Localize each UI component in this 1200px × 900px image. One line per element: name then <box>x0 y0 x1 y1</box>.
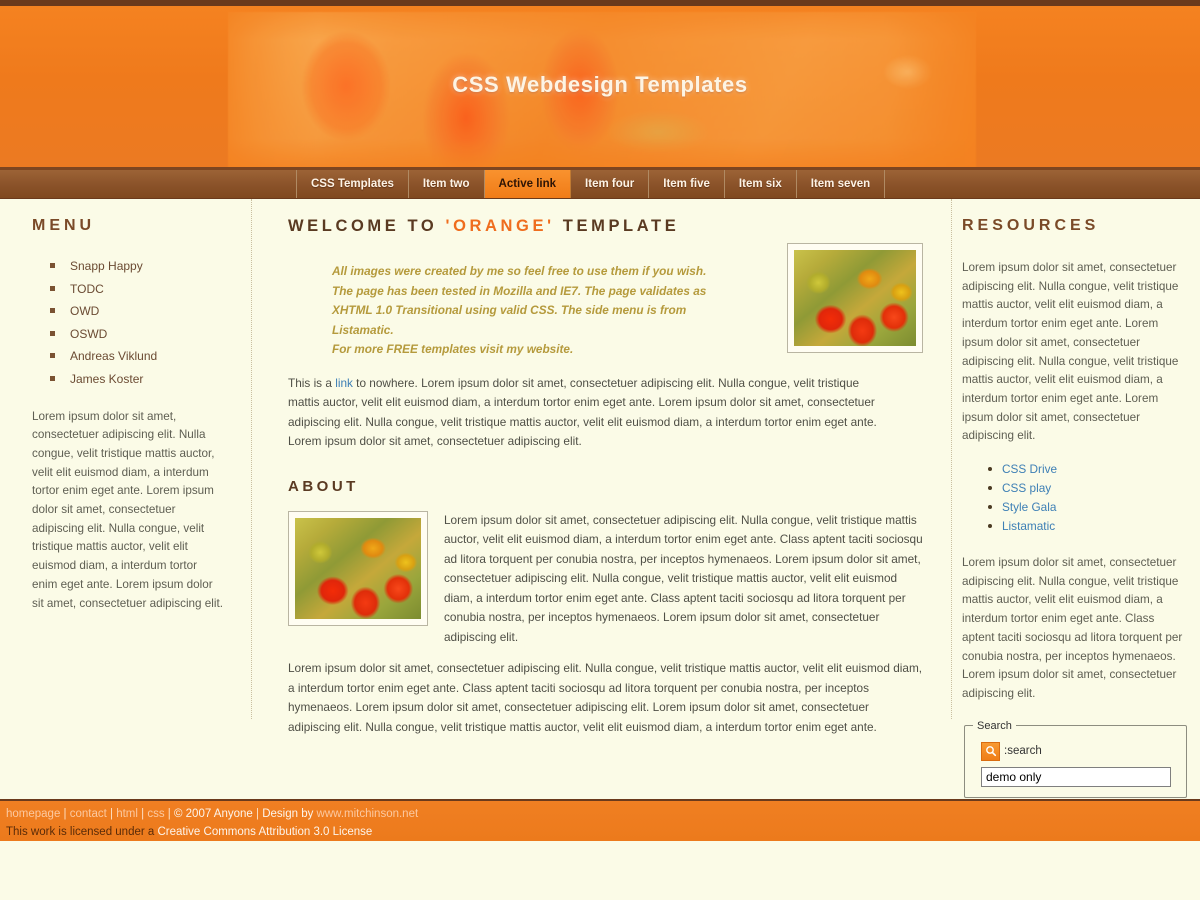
nav-item-item-five[interactable]: Item five <box>649 170 725 198</box>
page-root: CSS Webdesign Templates CSS Templates It… <box>0 0 1200 900</box>
about-tail-paragraph: Lorem ipsum dolor sit amet, consectetuer… <box>288 661 923 734</box>
welcome-image <box>794 250 916 346</box>
nav-item-item-four[interactable]: Item four <box>571 170 650 198</box>
sidebar-right: RESOURCES Lorem ipsum dolor sit amet, co… <box>952 199 1199 799</box>
nav-item-item-seven[interactable]: Item seven <box>797 170 886 198</box>
footer-separator-3: | <box>137 808 148 820</box>
menu-heading: MENU <box>32 217 96 234</box>
footer-design-site-link[interactable]: www.mitchinson.net <box>317 808 419 820</box>
footer-link-css[interactable]: css <box>147 808 164 820</box>
search-input[interactable] <box>981 766 1171 787</box>
footer-separator-2: | <box>106 808 117 820</box>
intro-line-3: XHTML 1.0 Transitional using valid CSS. … <box>332 303 687 317</box>
footer-links-line: homepage | contact | html | css | © 2007… <box>6 805 1200 823</box>
footer-separator-5: | <box>252 808 263 820</box>
nav-item-item-six[interactable]: Item six <box>725 170 797 198</box>
welcome-prefix: WELCOME TO <box>288 217 446 235</box>
site-title: CSS Webdesign Templates <box>452 72 748 97</box>
paragraph-prefix: This is a <box>288 375 336 390</box>
site-header: CSS Webdesign Templates <box>0 0 1200 170</box>
search-legend: Search <box>977 719 1012 732</box>
intro-line-5: For more FREE templates visit my website… <box>332 342 574 356</box>
welcome-accent: 'ORANGE' <box>445 217 555 235</box>
sidebar-item-oswd[interactable]: OSWD <box>50 327 225 341</box>
welcome-image-frame <box>787 243 923 353</box>
main-column: WELCOME TO 'ORANGE' TEMPLATE All images … <box>252 199 952 734</box>
resources-heading: RESOURCES <box>962 217 1100 234</box>
sidebar-left-paragraph: Lorem ipsum dolor sit amet, consectetuer… <box>32 409 223 610</box>
footer-license-line: This work is licensed under a Creative C… <box>6 823 1200 841</box>
footer-link-homepage[interactable]: homepage <box>6 808 60 820</box>
footer-copyright: © 2007 Anyone <box>173 808 253 820</box>
footer-design-by: Design by <box>262 808 314 820</box>
footer-separator-4: | <box>164 808 174 820</box>
intro-line-4: Listamatic. <box>332 322 394 337</box>
welcome-suffix: TEMPLATE <box>554 217 680 235</box>
resources-paragraph-two: Lorem ipsum dolor sit amet, consectetuer… <box>962 556 1183 700</box>
site-footer: homepage | contact | html | css | © 2007… <box>0 799 1200 841</box>
search-icon[interactable] <box>981 741 1000 761</box>
nav-item-css-templates[interactable]: CSS Templates <box>296 170 409 198</box>
content-area: MENU Snapp Happy TODC OWD OSWD Andreas V… <box>0 199 1200 799</box>
about-image-frame <box>288 510 428 626</box>
main-navigation: CSS Templates Item two Active link Item … <box>0 170 1200 199</box>
resources-paragraph-one: Lorem ipsum dolor sit amet, consectetuer… <box>962 261 1179 443</box>
footer-link-html[interactable]: html <box>116 808 138 820</box>
page-title: WELCOME TO 'ORANGE' TEMPLATE <box>288 217 923 236</box>
menu-list: Snapp Happy TODC OWD OSWD Andreas Viklun… <box>32 259 225 386</box>
about-image <box>295 517 421 619</box>
intro-block: All images were created by me so feel fr… <box>332 262 732 360</box>
about-heading: ABOUT <box>288 477 359 495</box>
sidebar-item-snapp-happy[interactable]: Snapp Happy <box>50 259 225 273</box>
sidebar-item-andreas-viklund[interactable]: Andreas Viklund <box>50 349 225 363</box>
about-paragraph: Lorem ipsum dolor sit amet, consectetuer… <box>444 512 923 644</box>
resource-link-css-drive[interactable]: CSS Drive <box>988 460 1189 479</box>
nowhere-link[interactable]: link <box>335 376 353 390</box>
sidebar-item-todc[interactable]: TODC <box>50 282 225 296</box>
sidebar-item-james-koster[interactable]: James Koster <box>50 372 225 386</box>
nav-item-item-two[interactable]: Item two <box>409 170 485 198</box>
intro-paragraph: This is a link to nowhere. Lorem ipsum d… <box>288 374 888 452</box>
footer-separator-1: | <box>60 808 70 820</box>
resource-link-listamatic[interactable]: Listamatic <box>988 517 1189 536</box>
footer-license-link[interactable]: Creative Commons Attribution 3.0 License <box>158 826 373 838</box>
about-row: Lorem ipsum dolor sit amet, consectetuer… <box>288 510 923 648</box>
sidebar-left: MENU Snapp Happy TODC OWD OSWD Andreas V… <box>0 199 252 719</box>
search-fieldset: Search :search <box>964 719 1187 798</box>
resource-link-css-play[interactable]: CSS play <box>988 479 1189 498</box>
footer-license-prefix: This work is licensed under a <box>6 826 155 838</box>
intro-line-2: The page has been tested in Mozilla and … <box>332 283 707 298</box>
nav-item-active-link[interactable]: Active link <box>484 170 572 198</box>
intro-line-1: All images were created by me so feel fr… <box>332 264 707 278</box>
search-label: :search <box>1004 745 1042 758</box>
sidebar-item-owd[interactable]: OWD <box>50 304 225 318</box>
search-row: :search <box>981 741 1178 761</box>
footer-link-contact[interactable]: contact <box>70 808 107 820</box>
resource-link-style-gala[interactable]: Style Gala <box>988 498 1189 517</box>
resources-link-list: CSS Drive CSS play Style Gala Listamatic <box>962 460 1189 536</box>
paragraph-suffix: to nowhere. Lorem ipsum dolor sit amet, … <box>288 375 877 449</box>
